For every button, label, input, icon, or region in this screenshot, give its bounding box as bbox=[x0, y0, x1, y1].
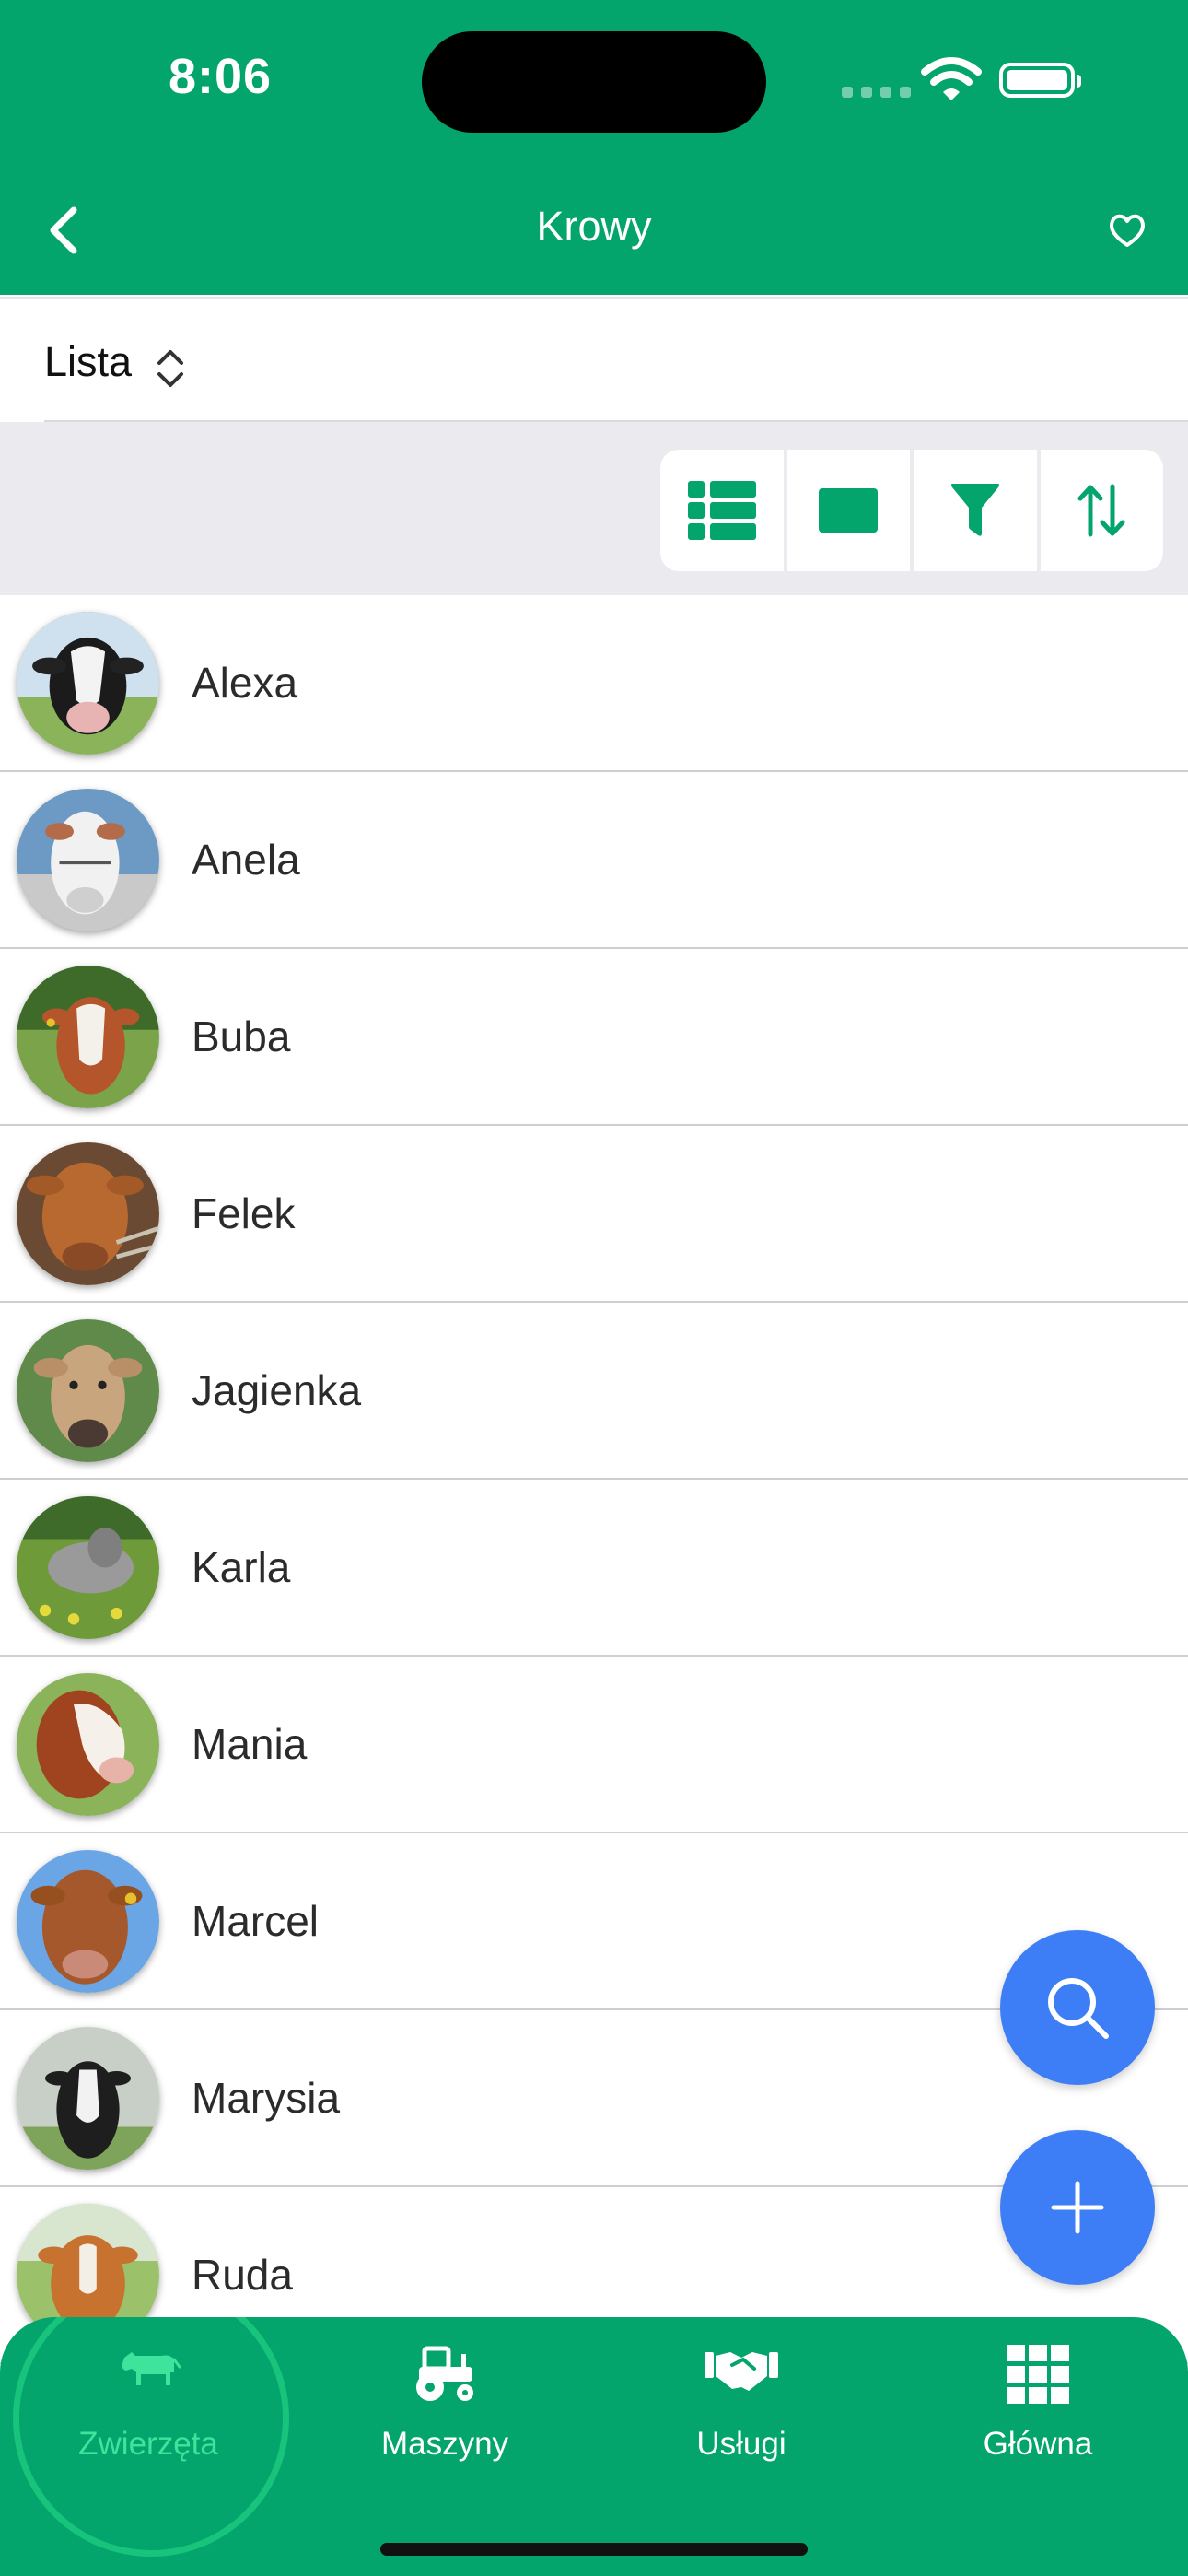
cow-photo-avatar bbox=[17, 1142, 159, 1285]
search-fab-button[interactable] bbox=[1000, 1930, 1155, 2085]
sort-button[interactable] bbox=[1041, 450, 1164, 571]
status-time: 8:06 bbox=[169, 49, 273, 104]
tab-services[interactable]: Usługi bbox=[593, 2317, 890, 2501]
animal-name: Jagienka bbox=[192, 1366, 362, 1414]
animal-name: Mania bbox=[192, 1720, 308, 1768]
card-view-icon bbox=[819, 488, 879, 533]
bottom-tab-bar: Zwierzęta Maszyny Usługi Główna bbox=[0, 2317, 1188, 2576]
home-indicator[interactable] bbox=[380, 2543, 808, 2556]
dynamic-island bbox=[422, 31, 766, 133]
status-bar: 8:06 bbox=[0, 0, 1188, 166]
animal-name: Ruda bbox=[192, 2251, 293, 2299]
cow-photo-avatar bbox=[17, 612, 159, 755]
animal-name: Marysia bbox=[192, 2074, 341, 2122]
tab-label: Usługi bbox=[696, 2426, 786, 2462]
tab-animals[interactable]: Zwierzęta bbox=[0, 2317, 297, 2501]
cow-photo-avatar bbox=[17, 1496, 159, 1639]
tractor-icon bbox=[416, 2346, 473, 2401]
animal-name: Felek bbox=[192, 1189, 296, 1237]
list-item[interactable]: Alexa bbox=[0, 595, 1188, 772]
list-item[interactable]: Mania bbox=[0, 1657, 1188, 1833]
chevron-up-down-icon bbox=[157, 350, 183, 387]
plus-icon bbox=[1051, 2181, 1104, 2234]
list-item[interactable]: Jagienka bbox=[0, 1303, 1188, 1480]
battery-icon bbox=[999, 63, 1081, 98]
list-view-icon bbox=[687, 481, 756, 540]
tab-home[interactable]: Główna bbox=[890, 2317, 1186, 2501]
cow-photo-avatar bbox=[17, 1319, 159, 1462]
page-title: Krowy bbox=[536, 203, 652, 250]
cow-photo-avatar bbox=[17, 789, 159, 931]
add-fab-button[interactable] bbox=[1000, 2130, 1155, 2285]
list-item[interactable]: Buba bbox=[0, 949, 1188, 1126]
card-view-button[interactable] bbox=[787, 450, 914, 571]
tab-machines[interactable]: Maszyny bbox=[297, 2317, 593, 2501]
tab-label: Maszyny bbox=[380, 2426, 509, 2462]
list-item[interactable]: Felek bbox=[0, 1126, 1188, 1303]
filter-icon bbox=[950, 484, 999, 536]
cow-photo-avatar bbox=[17, 1850, 159, 1993]
toolbar bbox=[0, 422, 1188, 595]
cow-photo-avatar bbox=[17, 1673, 159, 1816]
cow-photo-avatar bbox=[17, 2027, 159, 2170]
cellular-signal-icon bbox=[842, 87, 911, 98]
animal-name: Marcel bbox=[192, 1897, 320, 1945]
view-mode-label: Lista bbox=[44, 338, 133, 385]
search-icon bbox=[1048, 1978, 1109, 2039]
list-view-button[interactable] bbox=[660, 450, 787, 571]
sort-icon bbox=[1077, 484, 1125, 537]
cow-icon bbox=[122, 2352, 181, 2385]
wifi-icon bbox=[921, 57, 982, 100]
list-item[interactable]: Karla bbox=[0, 1480, 1188, 1657]
view-options-group bbox=[660, 450, 1163, 571]
view-mode-selector[interactable]: Lista bbox=[0, 297, 1188, 422]
animal-name: Buba bbox=[192, 1013, 291, 1060]
animal-name: Anela bbox=[192, 836, 300, 884]
handshake-icon bbox=[705, 2352, 778, 2391]
animal-name: Karla bbox=[192, 1543, 291, 1591]
animal-name: Alexa bbox=[192, 659, 298, 707]
tab-label: Zwierzęta bbox=[78, 2426, 218, 2462]
grid-icon bbox=[1007, 2345, 1069, 2404]
list-item[interactable]: Anela bbox=[0, 772, 1188, 949]
tab-label: Główna bbox=[983, 2426, 1093, 2462]
filter-button[interactable] bbox=[914, 450, 1041, 571]
animal-list: Alexa Anela Buba Felek Jagienka Karla Ma… bbox=[0, 595, 1188, 2364]
cow-photo-avatar bbox=[17, 966, 159, 1108]
heart-icon[interactable] bbox=[1107, 210, 1147, 251]
